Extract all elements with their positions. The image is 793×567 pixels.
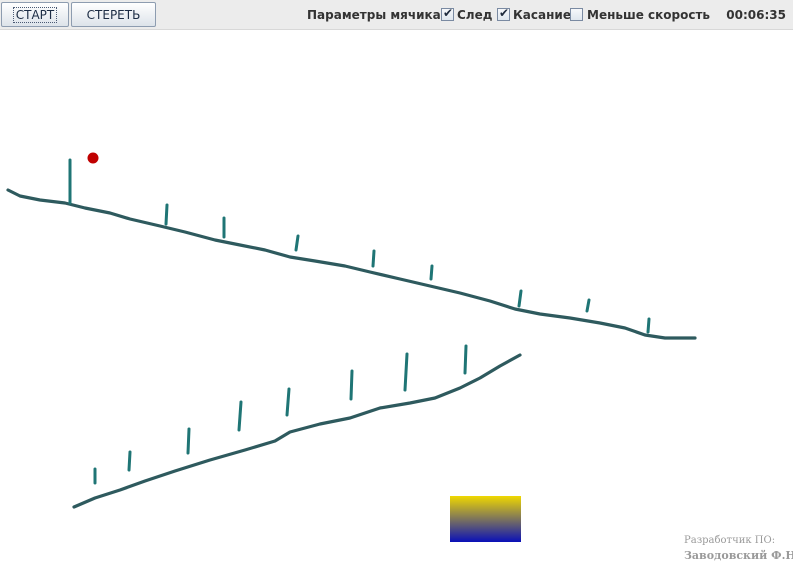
lower-ramp bbox=[72, 353, 522, 509]
upper-ramp bbox=[6, 188, 697, 340]
peg bbox=[463, 344, 468, 375]
peg bbox=[429, 264, 434, 281]
peg bbox=[371, 249, 376, 268]
peg bbox=[646, 317, 651, 334]
developer-caption: Разработчик ПО: bbox=[684, 535, 776, 546]
peg bbox=[186, 427, 191, 455]
ball bbox=[87, 152, 99, 164]
peg bbox=[294, 234, 300, 252]
developer-name: Заводовский Ф.Н. bbox=[684, 549, 793, 562]
peg bbox=[164, 203, 169, 226]
peg bbox=[285, 387, 291, 417]
peg bbox=[237, 400, 243, 432]
peg bbox=[403, 352, 409, 392]
peg bbox=[517, 289, 523, 308]
peg bbox=[349, 369, 354, 401]
peg bbox=[127, 450, 132, 472]
gradient-swatch bbox=[450, 496, 521, 542]
drawing-canvas[interactable] bbox=[0, 0, 793, 567]
peg bbox=[585, 298, 591, 313]
